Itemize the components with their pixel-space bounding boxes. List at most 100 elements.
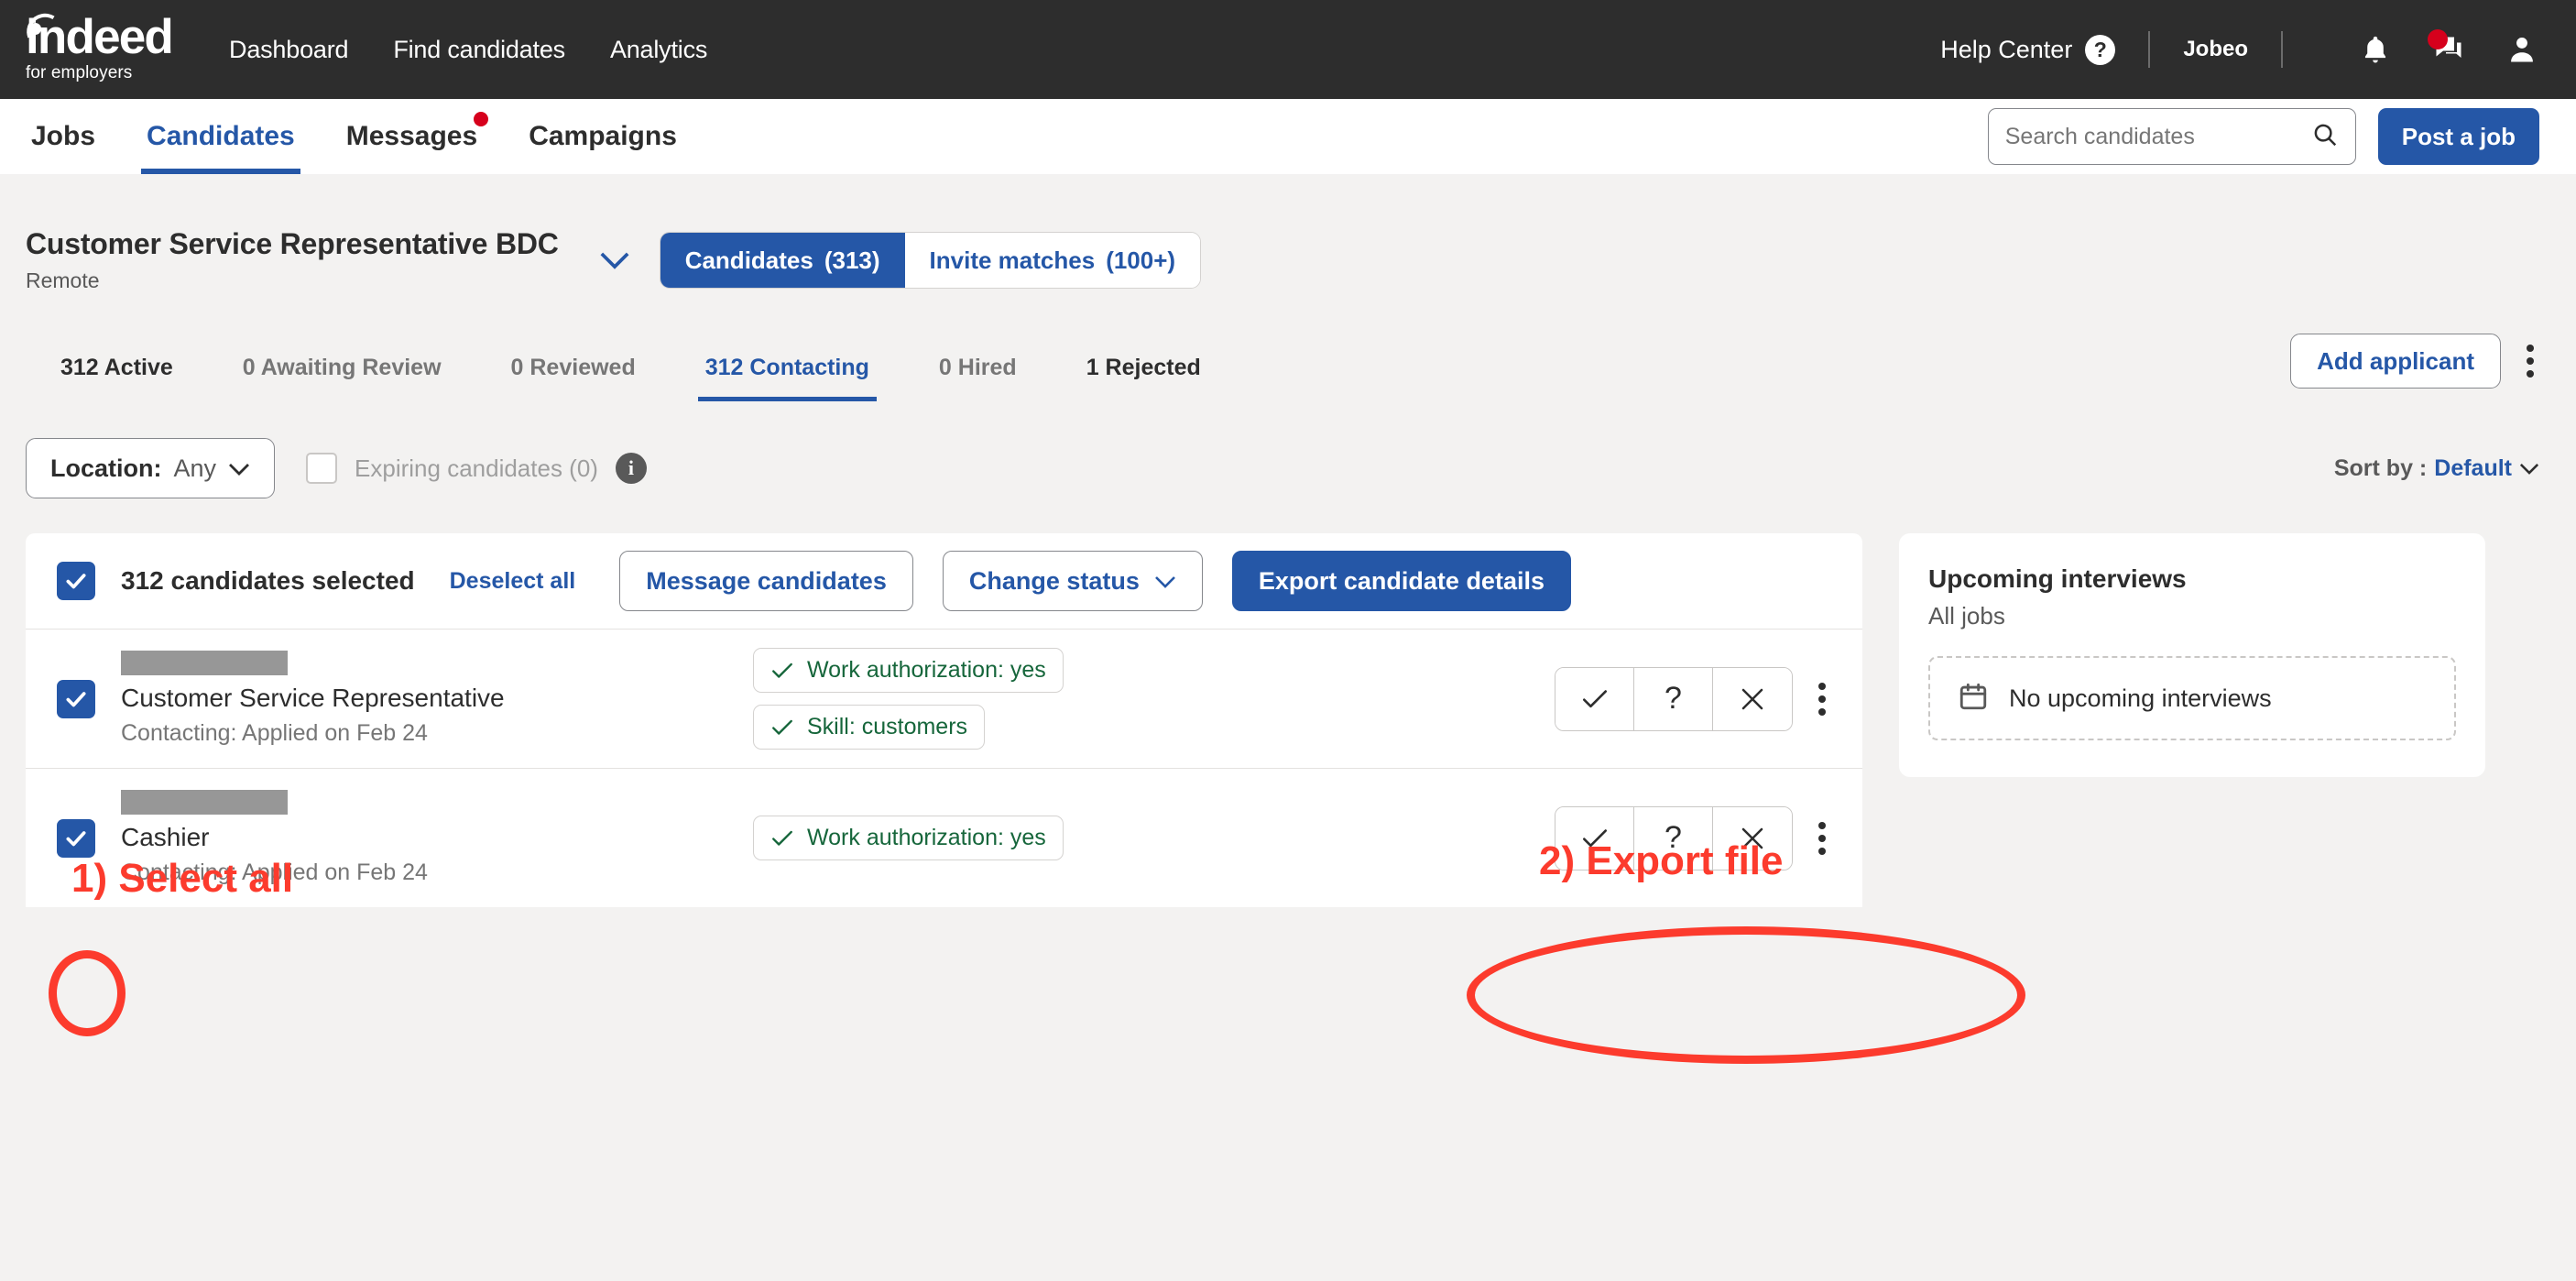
upcoming-interviews-card: Upcoming interviews All jobs No upcoming…: [1899, 533, 2485, 777]
divider: [2148, 31, 2151, 68]
deselect-all-button[interactable]: Deselect all: [450, 568, 576, 595]
reject-icon[interactable]: [1713, 667, 1792, 730]
more-options-icon[interactable]: [1813, 677, 1831, 721]
tab-reviewed[interactable]: 0 Reviewed: [476, 355, 671, 401]
help-center-link[interactable]: Help Center ?: [1940, 34, 2116, 65]
chevron-down-icon[interactable]: [599, 250, 630, 275]
tab-label: Candidates: [147, 121, 295, 151]
expiring-candidates-filter[interactable]: Expiring candidates (0) i: [306, 453, 647, 484]
status-badge: Work authorization: yes: [753, 648, 1064, 693]
tab-label: Candidates: [684, 246, 813, 274]
qualification-badges: Work authorization: yes Skill: customers: [753, 648, 1431, 750]
status-badge: Skill: customers: [753, 705, 986, 750]
calendar-icon: [1958, 680, 1989, 717]
more-options-icon[interactable]: [1813, 816, 1831, 860]
sidebar-item-candidates[interactable]: Candidates: [141, 99, 300, 174]
info-icon[interactable]: i: [615, 453, 647, 484]
button-label: Change status: [968, 566, 1140, 595]
annotation-ellipse-checkbox: [49, 950, 126, 1036]
tab-active[interactable]: 312 Active: [26, 355, 208, 401]
sort-by-value: Default: [2434, 454, 2512, 481]
search-candidates-box[interactable]: [1987, 108, 2356, 165]
no-interviews-placeholder: No upcoming interviews: [1928, 656, 2456, 740]
qualification-badges: Work authorization: yes: [753, 816, 1431, 860]
tab-hired[interactable]: 0 Hired: [904, 355, 1052, 401]
chevron-down-icon: [228, 454, 250, 483]
profile-icon[interactable]: [2505, 32, 2539, 67]
more-options-icon[interactable]: [2521, 339, 2539, 383]
nav-item-find-candidates[interactable]: Find candidates: [393, 36, 565, 64]
export-candidate-details-button[interactable]: Export candidate details: [1231, 551, 1571, 611]
sidebar-item-jobs[interactable]: Jobs: [26, 99, 101, 174]
candidate-status-meta: Contacting: Applied on Feb 24: [121, 720, 428, 746]
nav-item-dashboard[interactable]: Dashboard: [229, 36, 348, 64]
location-filter-key: Location:: [50, 454, 162, 482]
help-center-label: Help Center: [1940, 35, 2073, 63]
annotation-select-all: 1) Select all: [71, 856, 294, 901]
card-subtitle: All jobs: [1928, 602, 2005, 630]
sort-by-control[interactable]: Sort by : Default: [2334, 455, 2539, 482]
candidate-info: Customer Service Representative Contacti…: [121, 651, 505, 747]
sub-nav: Jobs Candidates Messages Campaigns Post …: [0, 99, 2576, 174]
top-bar-right: Help Center ? Jobeo: [1940, 29, 2539, 68]
candidate-job-title: Cashier: [121, 823, 210, 851]
nav-item-analytics[interactable]: Analytics: [610, 36, 707, 64]
add-applicant-button[interactable]: Add applicant: [2290, 334, 2501, 389]
candidate-name-redacted: [121, 651, 288, 675]
sidebar-item-campaigns[interactable]: Campaigns: [523, 99, 682, 174]
page-body: Customer Service Representative BDC Remo…: [0, 174, 2576, 1064]
candidate-checkbox[interactable]: [57, 679, 95, 718]
job-header-text: Customer Service Representative BDC Remo…: [26, 227, 559, 293]
bulk-action-bar: 312 candidates selected Deselect all Mes…: [26, 533, 1862, 629]
search-icon[interactable]: [2311, 121, 2339, 153]
tab-rejected[interactable]: 1 Rejected: [1052, 355, 1236, 401]
candidate-checkbox[interactable]: [57, 818, 95, 858]
top-bar-icons: [2358, 29, 2539, 67]
tab-count: (313): [824, 246, 880, 274]
change-status-button[interactable]: Change status: [942, 551, 1203, 611]
sidebar-item-messages[interactable]: Messages: [341, 99, 489, 174]
expiring-candidates-checkbox[interactable]: [306, 453, 338, 484]
tabs-right-actions: Add applicant: [2290, 334, 2539, 401]
indeed-logo[interactable]: indeed for employers: [22, 9, 174, 83]
badge-label: Work authorization: yes: [807, 825, 1046, 850]
messages-icon[interactable]: [2428, 29, 2466, 67]
table-row[interactable]: Cashier Contacting: Applied on Feb 24 Wo…: [26, 768, 1862, 907]
select-all-checkbox[interactable]: [57, 562, 95, 600]
tab-candidates[interactable]: Candidates (313): [660, 233, 905, 288]
message-candidates-button[interactable]: Message candidates: [619, 551, 913, 611]
tab-awaiting-review[interactable]: 0 Awaiting Review: [208, 355, 476, 401]
unread-badge: [2428, 29, 2448, 49]
job-location: Remote: [26, 268, 100, 292]
sub-nav-items: Jobs Candidates Messages Campaigns: [26, 99, 682, 174]
job-header: Customer Service Representative BDC Remo…: [26, 174, 2539, 293]
tab-label: Messages: [345, 121, 478, 151]
location-filter-value: Any: [173, 454, 217, 482]
sort-by-label: Sort by :: [2333, 454, 2428, 481]
candidate-identity: Customer Service Representative Contacti…: [57, 651, 753, 747]
rating-button-group: ?: [1555, 666, 1793, 731]
tab-contacting[interactable]: 312 Contacting: [671, 355, 904, 401]
tab-invite-matches[interactable]: Invite matches (100+): [904, 233, 1201, 288]
location-filter-button[interactable]: Location: Any: [26, 438, 276, 498]
badge-label: Work authorization: yes: [807, 657, 1046, 683]
tab-label: Invite matches: [929, 246, 1096, 274]
button-label: Message candidates: [646, 566, 887, 595]
divider: [2281, 31, 2283, 68]
account-name[interactable]: Jobeo: [2183, 37, 2248, 62]
candidates-invite-toggle: Candidates (313) Invite matches (100+): [659, 232, 1202, 289]
annotation-export-file: 2) Export file: [1539, 838, 1784, 883]
expiring-candidates-label: Expiring candidates (0): [355, 454, 598, 482]
candidate-job-title: Customer Service Representative: [121, 684, 505, 712]
search-input[interactable]: [2004, 123, 2311, 150]
chevron-down-icon: [2519, 455, 2539, 482]
bulk-action-buttons: Message candidates Change status Export …: [619, 551, 1571, 611]
filter-row: Location: Any Expiring candidates (0) i …: [26, 438, 2539, 498]
card-title: Upcoming interviews: [1928, 564, 2187, 593]
table-row[interactable]: Customer Service Representative Contacti…: [26, 629, 1862, 768]
maybe-icon[interactable]: ?: [1634, 667, 1713, 730]
question-mark-icon: ?: [2085, 34, 2116, 65]
post-a-job-button[interactable]: Post a job: [2377, 108, 2539, 165]
bell-icon[interactable]: [2358, 32, 2393, 67]
approve-icon[interactable]: [1555, 667, 1634, 730]
